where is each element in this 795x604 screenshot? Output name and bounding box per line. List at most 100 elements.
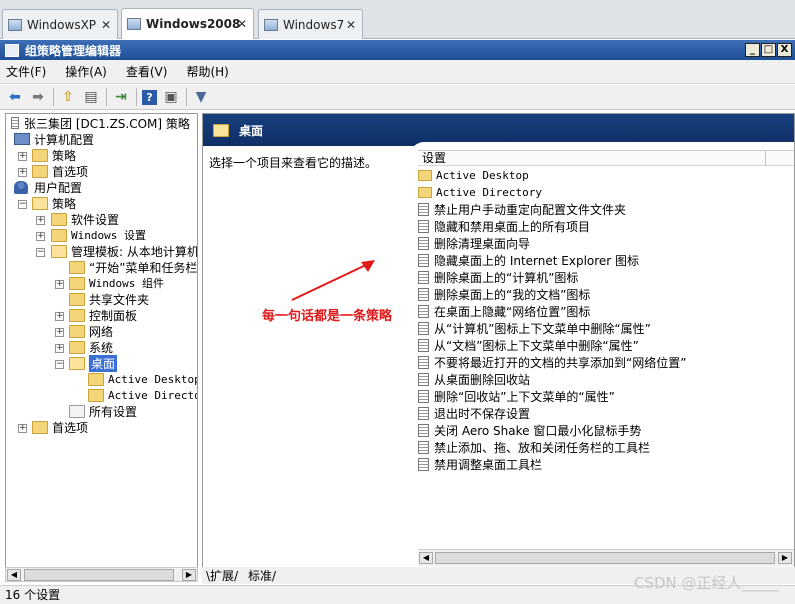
folder-icon [32, 148, 48, 162]
list-item-policy[interactable]: 禁止用户手动重定向配置文件文件夹 [418, 201, 626, 217]
menu-view[interactable]: 查看(V) [126, 63, 168, 80]
tree-item-windows-components[interactable]: Windows 组件 [69, 275, 164, 291]
tree-item-user-policies[interactable]: 策略 [32, 195, 76, 211]
back-arrow-icon[interactable]: ⬅ [6, 88, 24, 106]
policy-setting-icon [418, 440, 429, 454]
list-item-policy[interactable]: 不要将最近打开的文档的共享添加到“网络位置” [418, 354, 686, 370]
list-item-folder[interactable]: Active Directory [418, 184, 542, 200]
close-button[interactable]: X [777, 43, 792, 57]
show-hide-tree-icon[interactable]: ▤ [82, 88, 100, 106]
tree-item-user-config[interactable]: 用户配置 [14, 179, 82, 195]
list-item-policy[interactable]: 关闭 Aero Shake 窗口最小化鼠标手势 [418, 422, 641, 438]
list-item-policy[interactable]: 在桌面上隐藏“网络位置”图标 [418, 303, 590, 319]
tree-item-desktop[interactable]: 桌面 [69, 354, 118, 372]
close-icon[interactable]: ✕ [346, 18, 356, 32]
tree-item-computer-config[interactable]: 计算机配置 [14, 131, 94, 147]
list-item-policy[interactable]: 隐藏和禁用桌面上的所有项目 [418, 218, 590, 234]
vm-tab-windows2008[interactable]: Windows2008 ✕ [121, 8, 254, 39]
tree-horizontal-scrollbar[interactable]: ◀ ▶ [5, 567, 198, 582]
collapse-icon[interactable]: − [18, 200, 27, 209]
vm-tab-windows7[interactable]: Windows7 ✕ [258, 9, 363, 39]
folder-open-icon [51, 244, 67, 258]
scroll-left-icon[interactable]: ◀ [7, 569, 21, 581]
list-item-label: 删除桌面上的“计算机”图标 [434, 270, 579, 285]
folder-open-icon [69, 356, 85, 370]
scroll-left-icon[interactable]: ◀ [419, 552, 433, 564]
tree-item-start-menu[interactable]: “开始”菜单和任务栏 [69, 259, 197, 275]
list-item-policy[interactable]: 从“文档”图标上下文菜单中删除“属性” [418, 337, 639, 353]
up-folder-icon[interactable]: ⇧ [59, 88, 77, 106]
column-header-settings[interactable]: 设置 [418, 150, 794, 166]
list-item-policy[interactable]: 删除桌面上的“我的文档”图标 [418, 286, 590, 302]
list-item-policy[interactable]: 禁止添加、拖、放和关闭任务栏的工具栏 [418, 439, 650, 455]
vm-icon [8, 18, 22, 31]
list-item-policy[interactable]: 从桌面删除回收站 [418, 371, 530, 387]
list-item-policy[interactable]: 删除“回收站”上下文菜单的“属性” [418, 388, 615, 404]
tree-item-computer-policies[interactable]: 策略 [32, 147, 76, 163]
tree-item-control-panel[interactable]: 控制面板 [69, 307, 137, 323]
tab-standard[interactable]: 标准/ [248, 567, 276, 584]
list-horizontal-scrollbar[interactable]: ◀ ▶ [418, 549, 794, 566]
policy-setting-icon [418, 457, 429, 471]
tree-item-user-prefs[interactable]: 首选项 [32, 419, 88, 435]
tree-label: Active Desktop [108, 372, 198, 386]
list-item-policy[interactable]: 从“计算机”图标上下文菜单中删除“属性” [418, 320, 651, 336]
policy-setting-icon [418, 270, 429, 284]
policy-setting-icon [418, 202, 429, 216]
expand-icon[interactable]: + [55, 280, 64, 289]
list-item-policy[interactable]: 删除清理桌面向导 [418, 235, 530, 251]
list-item-policy[interactable]: 禁用调整桌面工具栏 [418, 456, 542, 472]
expand-icon[interactable]: + [18, 152, 27, 161]
tree-item-all-settings[interactable]: 所有设置 [69, 403, 137, 419]
column-label: 设置 [422, 151, 447, 165]
column-separator[interactable] [765, 151, 766, 166]
help-icon[interactable]: ? [142, 89, 157, 105]
tab-extended[interactable]: \扩展/ [206, 567, 238, 584]
tree-item-system[interactable]: 系统 [69, 339, 113, 355]
scroll-thumb[interactable] [435, 552, 775, 564]
list-item-policy[interactable]: 删除桌面上的“计算机”图标 [418, 269, 578, 285]
tree-root[interactable]: 张三集团 [DC1.ZS.COM] 策略 [11, 115, 190, 131]
tree-item-active-directory[interactable]: Active Directory [88, 387, 197, 403]
collapse-icon[interactable]: − [55, 360, 64, 369]
tree-label: 策略 [52, 148, 77, 163]
vm-tab-windowsxp[interactable]: WindowsXP ✕ [2, 9, 118, 39]
expand-icon[interactable]: + [18, 168, 27, 177]
tree-item-windows-settings[interactable]: Windows 设置 [51, 227, 146, 243]
menu-help[interactable]: 帮助(H) [186, 63, 228, 80]
tree-item-active-desktop[interactable]: Active Desktop [88, 371, 198, 387]
forward-arrow-icon[interactable]: ➡ [29, 88, 47, 106]
expand-icon[interactable]: + [55, 312, 64, 321]
maximize-button[interactable]: □ [761, 43, 776, 57]
filter-icon[interactable]: ▼ [192, 88, 210, 106]
tree-item-software-settings[interactable]: 软件设置 [51, 211, 119, 227]
list-item-policy[interactable]: 隐藏桌面上的 Internet Explorer 图标 [418, 252, 639, 268]
tree-label: 桌面 [89, 354, 118, 372]
tree-item-computer-prefs[interactable]: 首选项 [32, 163, 88, 179]
menu-file[interactable]: 文件(F) [6, 63, 46, 80]
properties-icon[interactable]: ▣ [162, 88, 180, 106]
expand-icon[interactable]: + [36, 216, 45, 225]
scroll-thumb[interactable] [24, 569, 174, 581]
export-list-icon[interactable]: ⇥ [112, 88, 130, 106]
scroll-right-icon[interactable]: ▶ [778, 552, 792, 564]
tree-item-admin-templates[interactable]: 管理模板: 从本地计算机 [51, 243, 197, 259]
policy-icon [11, 117, 19, 129]
tree-item-shared-folders[interactable]: 共享文件夹 [69, 291, 149, 307]
vm-icon [127, 18, 141, 30]
list-item-folder[interactable]: Active Desktop [418, 167, 529, 183]
collapse-icon[interactable]: − [36, 248, 45, 257]
close-icon[interactable]: ✕ [237, 17, 247, 31]
minimize-button[interactable]: _ [745, 43, 760, 57]
scroll-right-icon[interactable]: ▶ [182, 569, 196, 581]
close-icon[interactable]: ✕ [101, 18, 111, 32]
expand-icon[interactable]: + [55, 328, 64, 337]
policy-setting-icon [418, 389, 429, 403]
expand-icon[interactable]: + [36, 232, 45, 241]
menu-action[interactable]: 操作(A) [65, 63, 107, 80]
expand-icon[interactable]: + [18, 424, 27, 433]
app-icon [5, 43, 19, 57]
expand-icon[interactable]: + [55, 344, 64, 353]
list-item-policy[interactable]: 退出时不保存设置 [418, 405, 530, 421]
tree-item-network[interactable]: 网络 [69, 323, 113, 339]
